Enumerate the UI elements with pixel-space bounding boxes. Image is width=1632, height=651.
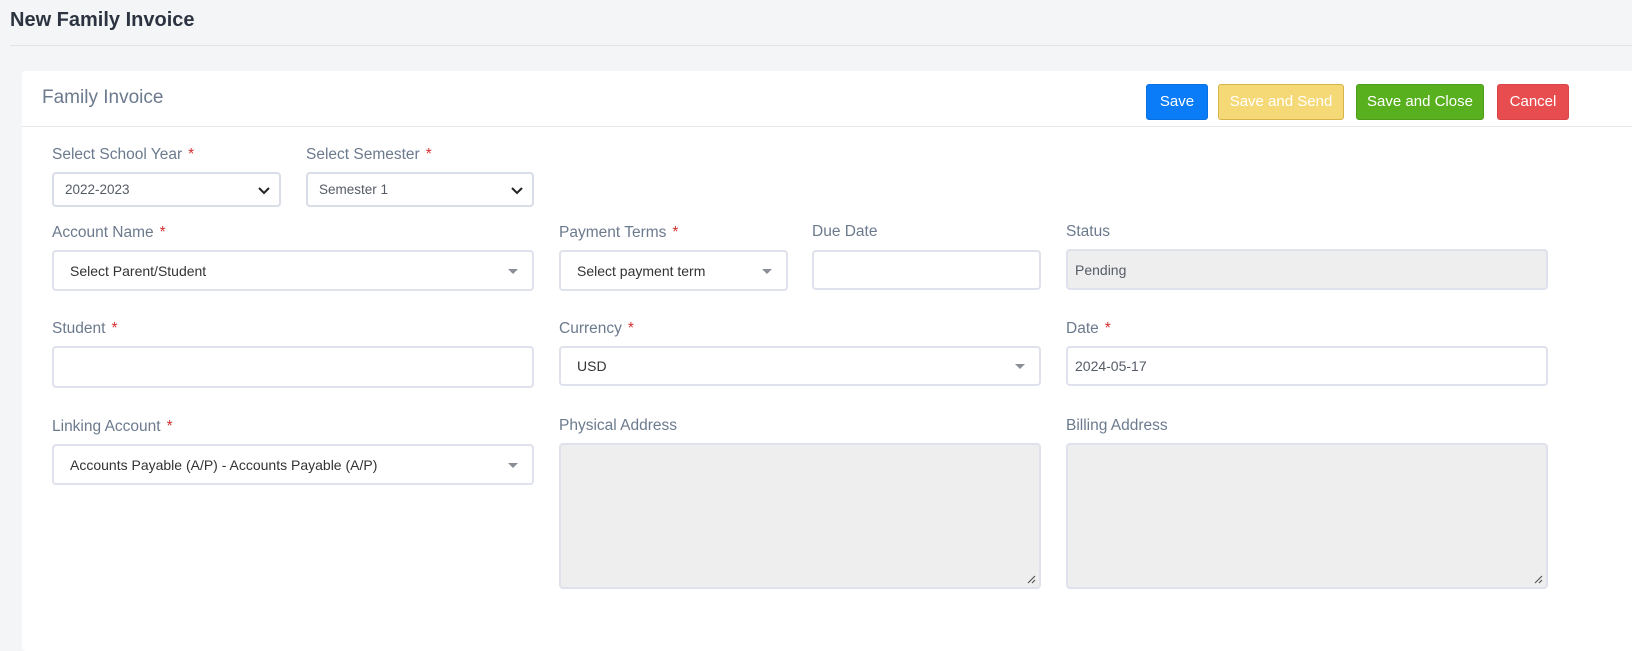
payment-terms-select[interactable]: Select payment term [559,250,788,291]
currency-select[interactable]: USD [559,346,1041,386]
chevron-down-icon [511,186,523,194]
payment-terms-value: Select payment term [577,262,706,279]
card-header: Family Invoice Save Save and Send Save a… [22,71,1632,127]
student-label: Student * [52,320,117,338]
due-date-label: Due Date [812,223,878,240]
account-name-select[interactable]: Select Parent/Student [52,250,534,291]
required-marker: * [159,224,166,241]
currency-label: Currency * [559,320,634,338]
payment-terms-label: Payment Terms * [559,224,678,242]
required-marker: * [166,418,173,435]
chevron-down-icon [258,186,270,194]
semester-select[interactable]: Semester 1 [306,172,534,207]
billing-address-label: Billing Address [1066,417,1168,434]
cancel-button[interactable]: Cancel [1497,84,1569,120]
card-title: Family Invoice [42,87,164,108]
save-and-send-button[interactable]: Save and Send [1218,84,1344,120]
caret-down-icon [508,268,518,274]
date-input[interactable]: 2024-05-17 [1066,346,1548,386]
payment-terms-label-text: Payment Terms [559,224,667,241]
page-title: New Family Invoice [10,9,195,31]
resize-grip-icon [1027,575,1036,584]
student-label-text: Student [52,320,106,337]
semester-label-text: Select Semester [306,146,420,163]
required-marker: * [672,224,679,241]
semester-label: Select Semester * [306,146,432,164]
save-and-close-button[interactable]: Save and Close [1356,84,1484,120]
school-year-label: Select School Year * [52,146,194,164]
linking-account-label: Linking Account * [52,418,173,436]
status-label: Status [1066,223,1110,240]
page-header: New Family Invoice [10,0,1632,46]
save-button[interactable]: Save [1146,84,1208,120]
date-label: Date * [1066,320,1111,338]
linking-account-label-text: Linking Account [52,418,161,435]
school-year-label-text: Select School Year [52,146,183,163]
resize-grip-icon [1534,575,1543,584]
physical-address-textarea [559,443,1041,589]
school-year-value: 2022-2023 [65,182,130,197]
student-input[interactable] [52,346,534,388]
required-marker: * [425,146,432,163]
billing-address-textarea [1066,443,1548,589]
status-input: Pending [1066,249,1548,290]
status-value: Pending [1075,261,1127,278]
caret-down-icon [1015,364,1025,369]
account-name-label: Account Name * [52,224,166,242]
currency-label-text: Currency [559,320,622,337]
required-marker: * [111,320,118,337]
required-marker: * [1104,320,1111,337]
linking-account-value: Accounts Payable (A/P) - Accounts Payabl… [70,456,378,473]
invoice-card: Family Invoice Save Save and Send Save a… [22,71,1632,651]
account-name-value: Select Parent/Student [70,262,207,279]
school-year-select[interactable]: 2022-2023 [52,172,281,207]
caret-down-icon [508,462,518,468]
account-name-label-text: Account Name [52,224,154,241]
caret-down-icon [762,268,772,274]
physical-address-label: Physical Address [559,417,678,434]
date-label-text: Date [1066,320,1099,337]
due-date-input[interactable] [812,250,1041,290]
required-marker: * [627,320,634,337]
required-marker: * [188,146,195,163]
linking-account-select[interactable]: Accounts Payable (A/P) - Accounts Payabl… [52,444,534,485]
semester-value: Semester 1 [319,182,389,197]
date-value: 2024-05-17 [1075,358,1147,374]
currency-value: USD [577,358,607,374]
